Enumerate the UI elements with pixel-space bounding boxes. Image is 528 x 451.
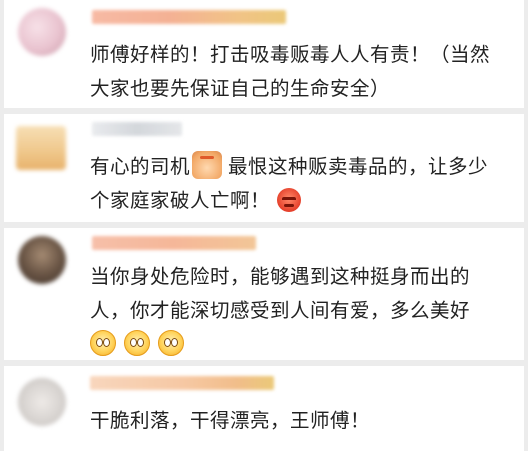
comment-list: 师傅好样的！打击吸毒贩毒人人有责！（当然大家也要先保证自己的生命安全） 有心的司…	[0, 0, 528, 451]
username-blurred[interactable]	[92, 236, 256, 250]
angry-face-emoji-icon	[276, 188, 301, 212]
username-blurred[interactable]	[92, 122, 182, 136]
comment-text: 师傅好样的！打击吸毒贩毒人人有责！（当然大家也要先保证自己的生命安全）	[90, 43, 491, 100]
avatar[interactable]	[18, 8, 66, 56]
comment-card[interactable]: 师傅好样的！打击吸毒贩毒人人有责！（当然大家也要先保证自己的生命安全）	[4, 0, 524, 108]
comment-text-part: 有心的司机	[90, 155, 191, 178]
comment-card[interactable]: 当你身处危险时，能够遇到这种挺身而出的人，你才能深切感受到人间有爱，多么美好	[4, 228, 524, 360]
comment-text: 干脆利落，干得漂亮，王师傅！	[90, 409, 371, 432]
comment-text: 当你身处危险时，能够遇到这种挺身而出的人，你才能深切感受到人间有爱，多么美好	[90, 260, 500, 362]
username-blurred[interactable]	[92, 10, 286, 24]
comment-text-part: 当你身处危险时，能够遇到这种挺身而出的人，你才能深切感受到人间有爱，多么美好	[90, 265, 471, 322]
comment-card[interactable]: 干脆利落，干得漂亮，王师傅！	[4, 366, 524, 451]
smiling-face-emoji-icon	[90, 330, 116, 356]
smiling-face-emoji-icon	[158, 330, 184, 356]
avatar[interactable]	[18, 378, 66, 426]
avatar[interactable]	[16, 126, 66, 170]
victory-hands-emoji-icon	[192, 151, 223, 179]
comment-card[interactable]: 有心的司机 最恨这种贩卖毒品的，让多少个家庭家破人亡啊！	[4, 114, 524, 222]
smiling-face-emoji-icon	[124, 330, 150, 356]
avatar[interactable]	[18, 236, 66, 284]
comment-text: 有心的司机 最恨这种贩卖毒品的，让多少个家庭家破人亡啊！	[90, 150, 500, 218]
username-blurred[interactable]	[90, 376, 274, 390]
